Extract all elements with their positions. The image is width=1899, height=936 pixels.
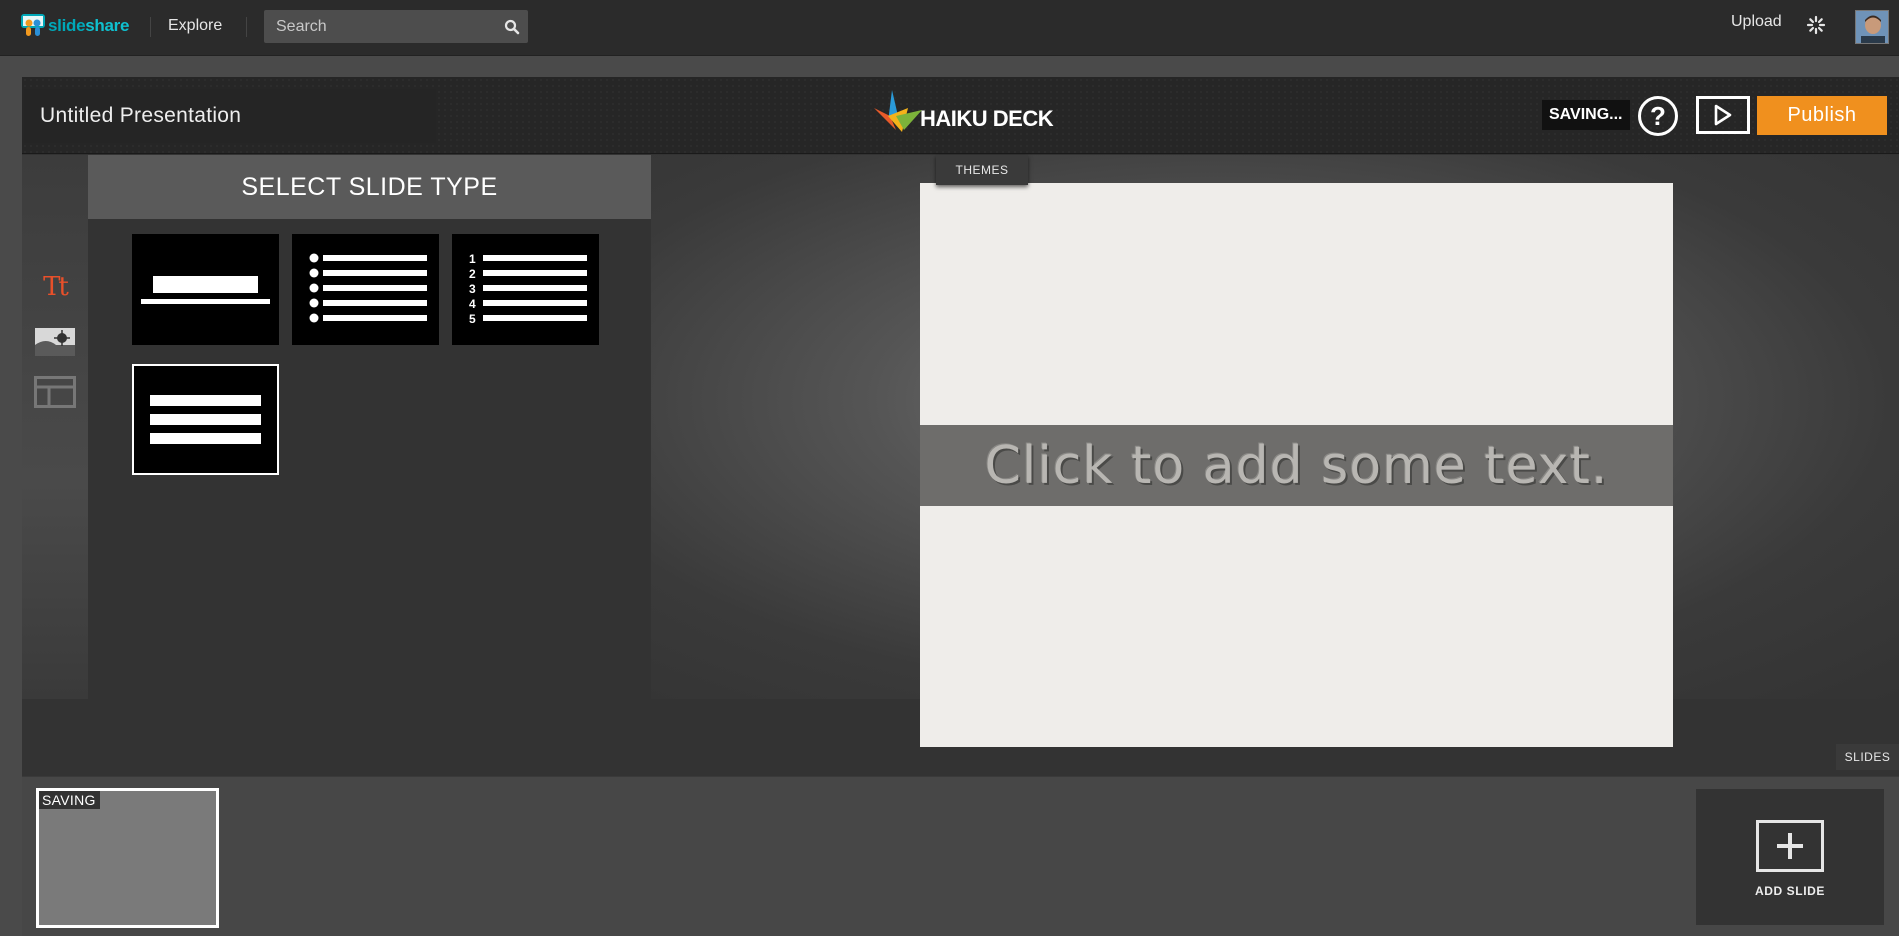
explore-link[interactable]: Explore — [168, 17, 222, 35]
site-header: slideshare Explore Upload — [0, 0, 1899, 56]
layout-icon — [34, 376, 76, 408]
haiku-deck-logo: HAIKU DECK — [874, 86, 1054, 138]
present-button[interactable] — [1696, 96, 1750, 134]
panel-heading: SELECT SLIDE TYPE — [88, 155, 651, 219]
haiku-deck-wordmark: HAIKU DECK — [920, 106, 1054, 131]
layout-tab[interactable] — [34, 375, 76, 409]
help-icon: ? — [1650, 100, 1666, 131]
themes-tab[interactable]: THEMES — [936, 155, 1028, 185]
thumbnail-status: SAVING — [39, 791, 100, 809]
list-number: 5 — [469, 312, 476, 326]
help-button[interactable]: ? — [1638, 96, 1678, 136]
slideshare-icon — [20, 13, 46, 39]
plus-icon — [1756, 820, 1824, 872]
add-slide-button[interactable]: ADD SLIDE — [1696, 789, 1884, 925]
slides-toggle[interactable]: SLIDES — [1836, 744, 1899, 770]
presentation-title-input[interactable]: Untitled Presentation — [24, 89, 436, 143]
slide-text-band[interactable]: Click to add some text. — [920, 425, 1673, 506]
slide-canvas[interactable]: Click to add some text. — [920, 183, 1673, 747]
slideshare-logo[interactable]: slideshare — [20, 12, 129, 40]
text-block-slide-type[interactable] — [132, 364, 279, 475]
publish-button[interactable]: Publish — [1757, 96, 1887, 135]
image-tab[interactable] — [34, 325, 76, 359]
bullet-list-slide-type[interactable] — [292, 234, 439, 345]
slide-text-placeholder[interactable]: Click to add some text. — [985, 436, 1609, 496]
title-slide-type[interactable] — [132, 234, 279, 345]
list-number: 2 — [469, 267, 476, 281]
slide-type-panel: SELECT SLIDE TYPE 1 2 3 4 5 — [88, 155, 651, 699]
user-avatar[interactable] — [1855, 10, 1889, 44]
image-icon — [35, 328, 75, 356]
page-gutter — [0, 56, 1899, 77]
haiku-deck-bird-icon — [874, 90, 922, 132]
save-status-badge: SAVING... — [1542, 100, 1630, 130]
spinner-icon — [1806, 15, 1826, 35]
tool-rail: Tt — [22, 155, 88, 699]
text-icon: Tt — [43, 272, 69, 302]
search-icon[interactable] — [496, 10, 528, 43]
search-input[interactable] — [264, 10, 496, 43]
haiku-deck-editor: Untitled Presentation HAIKU DECK SAVING.… — [22, 77, 1899, 936]
slide-filmstrip: SAVING ADD SLIDE — [22, 776, 1899, 936]
search-box — [264, 10, 528, 43]
add-slide-label: ADD SLIDE — [1754, 884, 1826, 898]
divider — [150, 17, 151, 37]
list-number: 3 — [469, 282, 476, 296]
numbered-list-slide-type[interactable]: 1 2 3 4 5 — [452, 234, 599, 345]
slideshare-wordmark: slideshare — [48, 16, 130, 35]
divider — [246, 17, 247, 37]
text-tab[interactable]: Tt — [34, 270, 76, 304]
play-icon — [1714, 104, 1732, 126]
editor-header: Untitled Presentation HAIKU DECK SAVING.… — [22, 77, 1899, 154]
list-number: 1 — [469, 252, 476, 266]
list-number: 4 — [469, 297, 476, 311]
upload-link[interactable]: Upload — [1731, 13, 1782, 31]
slide-thumbnail[interactable]: SAVING — [36, 788, 219, 928]
